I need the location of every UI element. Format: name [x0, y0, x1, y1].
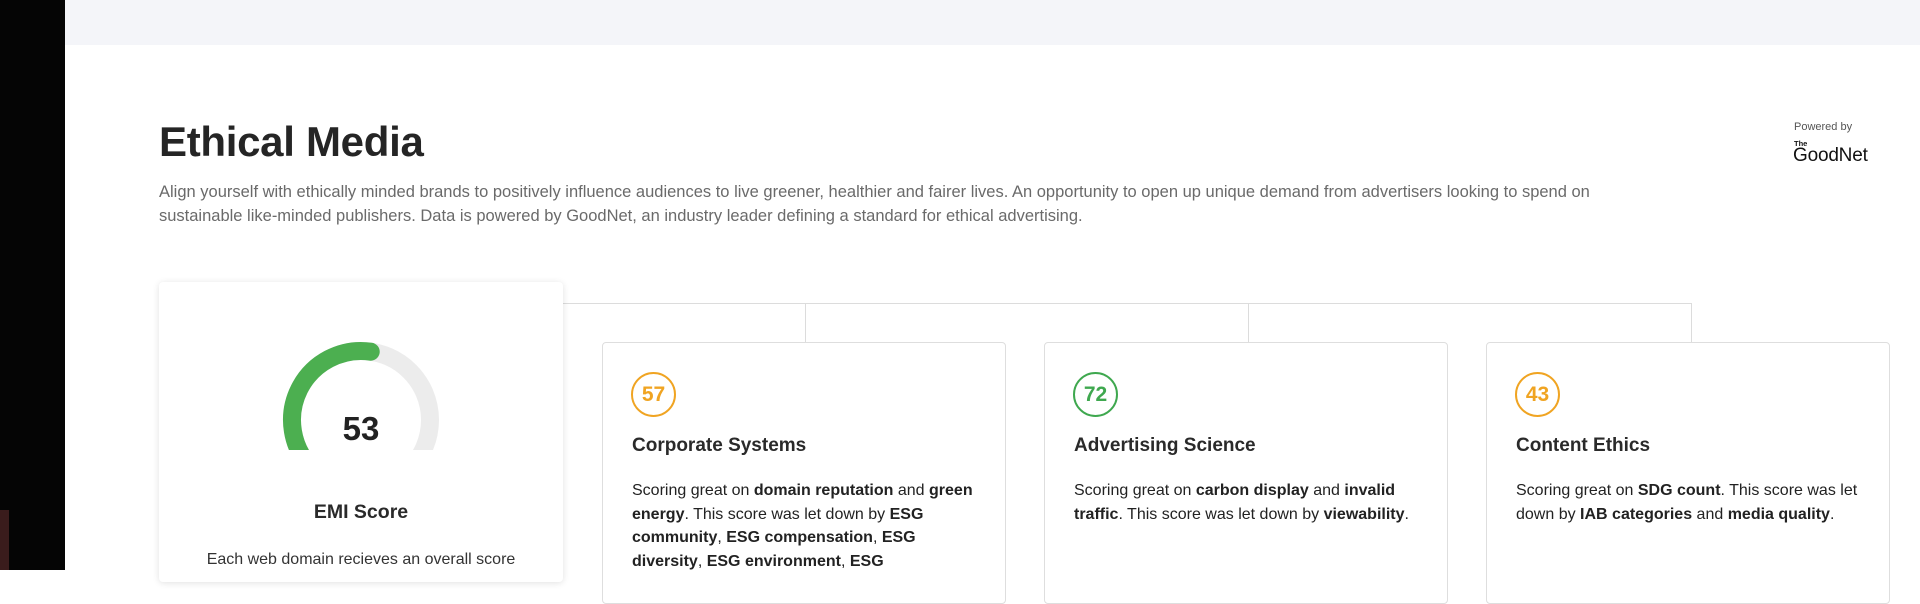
card-title: Advertising Science [1074, 435, 1256, 456]
goodnet-logo-text: GoodNet [1793, 145, 1868, 166]
positive-factor: domain reputation [753, 482, 894, 499]
card-summary: Scoring great on SDG count. This score w… [1516, 482, 1858, 523]
score-badge: 57 [631, 372, 676, 417]
score-badge: 43 [1515, 372, 1560, 417]
connector-lines [563, 303, 1692, 343]
card-summary: Scoring great on domain reputation and g… [632, 482, 973, 570]
negative-factor: media quality [1727, 505, 1830, 523]
goodnet-logo: The GoodNet [1793, 138, 1888, 166]
page-title: Ethical Media [159, 118, 424, 165]
card-title: Content Ethics [1516, 435, 1651, 456]
corporate-systems-card: 57 Corporate Systems Scoring great on do… [602, 342, 1006, 604]
negative-factor: IAB categories [1580, 505, 1693, 523]
powered-by-label: Powered by [1794, 121, 1853, 133]
negative-factor: ESG environment [706, 552, 841, 570]
left-rail-accent [0, 510, 9, 570]
top-band [65, 0, 1920, 45]
content-ethics-card: 43 Content Ethics Scoring great on SDG c… [1486, 342, 1890, 604]
emi-score-description: Each web domain recieves an overall scor… [206, 551, 516, 568]
card-summary: Scoring great on carbon display and inva… [1074, 482, 1409, 523]
emi-score-title: EMI Score [313, 501, 409, 523]
card-title: Corporate Systems [632, 435, 807, 456]
negative-factor: ESG compensation [726, 529, 873, 546]
positive-factor: carbon display [1195, 482, 1309, 499]
page-description: Align yourself with ethically minded bra… [159, 183, 1590, 225]
emi-score-card: 53 EMI Score Each web domain recieves an… [159, 282, 563, 582]
left-rail [0, 0, 65, 570]
powered-by-badge[interactable]: Powered by The GoodNet [1793, 121, 1888, 166]
positive-factor: SDG count [1637, 482, 1721, 499]
emi-score-value: 53 [342, 410, 380, 447]
score-badge: 72 [1073, 372, 1118, 417]
negative-factor: ESG [849, 552, 884, 570]
advertising-science-card: 72 Advertising Science Scoring great on … [1044, 342, 1448, 604]
negative-factor: viewability [1323, 505, 1405, 523]
